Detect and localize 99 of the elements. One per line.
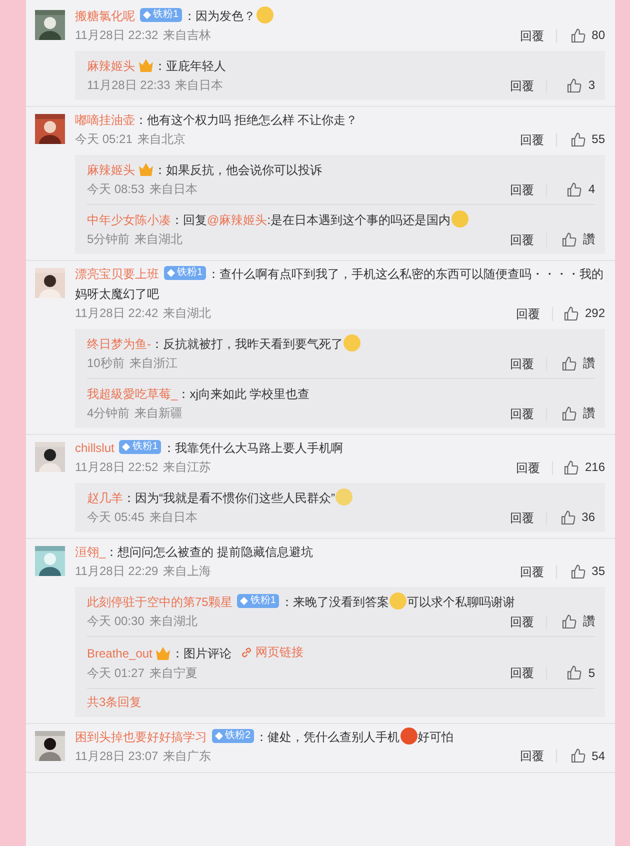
fan-badge: 铁粉1 bbox=[140, 8, 182, 22]
fan-badge: 铁粉1 bbox=[119, 440, 161, 454]
comment-text: ：健处，凭什么查别人手机 bbox=[256, 730, 400, 744]
location: 来自北京 bbox=[137, 131, 186, 148]
thumbs-up-icon bbox=[561, 356, 577, 372]
like-button[interactable]: 5 bbox=[547, 664, 595, 682]
comment-text: ：图片评论 bbox=[171, 646, 232, 660]
reply-button[interactable]: 回覆 bbox=[510, 614, 547, 628]
like-button[interactable]: 讚 bbox=[547, 230, 595, 249]
thumbs-up-icon bbox=[566, 78, 582, 94]
like-button[interactable]: 216 bbox=[552, 458, 605, 477]
diamond-icon bbox=[215, 732, 223, 740]
reply-button[interactable]: 回覆 bbox=[520, 564, 557, 578]
reply-button[interactable]: 回覆 bbox=[520, 28, 557, 42]
comment-text: ：查什么啊有点吓到我了，手机这么私密的东西可以随便查吗・・・・我的 bbox=[208, 267, 604, 281]
comment-text: ：因为发色？ bbox=[184, 9, 256, 23]
reply-button[interactable]: 回覆 bbox=[516, 306, 553, 320]
comment-text: :是在日本遇到这个事的吗还是国内 bbox=[267, 213, 451, 227]
timestamp: 今天 08:53 bbox=[87, 181, 144, 198]
thumbs-up-icon bbox=[570, 564, 586, 580]
like-button[interactable]: 36 bbox=[547, 508, 595, 527]
thumbs-up-icon bbox=[561, 614, 577, 630]
timestamp: 11月28日 23:07 bbox=[75, 748, 158, 764]
comment-text: ：因为“我就是看不惯你们这些人民群众” bbox=[123, 491, 335, 505]
like-button[interactable]: 54 bbox=[557, 746, 605, 766]
comment-text: 妈呀太魔幻了吧 bbox=[75, 287, 159, 301]
location: 来自上海 bbox=[163, 563, 212, 580]
timestamp: 5分钟前 bbox=[87, 231, 130, 248]
thumbs-up-icon bbox=[562, 460, 579, 476]
comment-text: ：来晚了没看到答案 bbox=[280, 595, 389, 609]
timestamp: 11月28日 22:33 bbox=[87, 77, 170, 94]
timestamp: 今天 01:27 bbox=[87, 664, 144, 682]
location: 来自江苏 bbox=[163, 459, 212, 476]
reply-button[interactable]: 回覆 bbox=[510, 406, 547, 420]
reply-button[interactable]: 回覆 bbox=[520, 749, 557, 763]
like-button[interactable]: 讚 bbox=[547, 404, 595, 423]
link-icon bbox=[241, 646, 252, 658]
like-button[interactable]: 292 bbox=[552, 304, 605, 323]
location: 来自日本 bbox=[175, 77, 224, 94]
like-button[interactable]: 讚 bbox=[547, 612, 595, 631]
reply-button[interactable]: 回覆 bbox=[510, 182, 547, 196]
location: 来自浙江 bbox=[129, 355, 178, 372]
comment-text: ：亚庇年轻人 bbox=[154, 59, 226, 73]
diamond-icon bbox=[240, 597, 248, 605]
reply-button[interactable]: 回覆 bbox=[510, 232, 547, 246]
like-button[interactable]: 讚 bbox=[547, 354, 595, 373]
thumbs-up-icon bbox=[561, 406, 577, 422]
reply-button[interactable]: 回覆 bbox=[510, 78, 547, 92]
comment-text: ：我靠凭什么大马路上要人手机啊 bbox=[162, 441, 343, 455]
timestamp: 今天 05:21 bbox=[75, 131, 132, 148]
thumbs-up-icon bbox=[566, 182, 582, 198]
thumbs-up-icon bbox=[570, 748, 586, 764]
timestamp: 今天 00:30 bbox=[87, 613, 144, 630]
fan-badge: 铁粉2 bbox=[212, 728, 254, 742]
location: 来自湖北 bbox=[163, 305, 212, 322]
timestamp: 今天 05:45 bbox=[87, 509, 144, 526]
location: 来自日本 bbox=[149, 509, 198, 526]
location: 来自宁夏 bbox=[149, 664, 198, 682]
comment-text: ：他有这个权力吗 拒绝怎么样 不让你走？ bbox=[135, 113, 358, 127]
like-button[interactable]: 35 bbox=[557, 562, 605, 581]
comment-text: 可以求个私聊吗谢谢 bbox=[406, 595, 515, 609]
comment-text: ：想问问怎么被查的 提前隐藏信息避坑 bbox=[106, 545, 314, 559]
thumbs-up-icon bbox=[562, 306, 579, 322]
comment-text: 好可怕 bbox=[418, 730, 454, 744]
like-button[interactable]: 80 bbox=[557, 26, 605, 45]
reply-button[interactable]: 回覆 bbox=[510, 510, 547, 524]
location: 来自日本 bbox=[149, 181, 198, 198]
timestamp: 11月28日 22:42 bbox=[75, 305, 158, 322]
timestamp: 11月28日 22:32 bbox=[75, 27, 158, 44]
location: 来自广东 bbox=[163, 748, 212, 764]
location: 来自湖北 bbox=[149, 613, 198, 630]
fan-badge: 铁粉1 bbox=[164, 266, 206, 280]
like-button[interactable]: 4 bbox=[547, 180, 595, 199]
timestamp: 10秒前 bbox=[87, 355, 124, 372]
reply-button[interactable]: 回覆 bbox=[516, 460, 553, 474]
location: 来自新疆 bbox=[134, 405, 183, 422]
reply-button[interactable]: 回覆 bbox=[510, 356, 547, 370]
comment-text: ：如果反抗，他会说你可以投诉 bbox=[154, 163, 322, 177]
like-button[interactable]: 3 bbox=[547, 76, 595, 95]
comment-text: ：xj向来如此 学校里也查 bbox=[178, 387, 310, 401]
comment-text: ：反抗就被打，我昨天看到要气死了 bbox=[151, 337, 343, 351]
thumbs-up-icon bbox=[560, 510, 576, 526]
reply-button[interactable]: 回覆 bbox=[520, 132, 557, 146]
diamond-icon bbox=[122, 443, 130, 451]
timestamp: 11月28日 22:29 bbox=[75, 563, 158, 580]
fan-badge: 铁粉1 bbox=[237, 594, 279, 608]
location: 来自吉林 bbox=[163, 27, 212, 44]
reply-button[interactable]: 回覆 bbox=[510, 666, 547, 680]
thumbs-up-icon bbox=[566, 665, 582, 681]
thumbs-up-icon bbox=[570, 132, 586, 148]
diamond-icon bbox=[143, 11, 151, 19]
location: 来自湖北 bbox=[134, 231, 183, 248]
like-button[interactable]: 55 bbox=[557, 130, 605, 149]
timestamp: 11月28日 22:52 bbox=[75, 459, 158, 476]
comment-text: ：回复 bbox=[171, 213, 207, 227]
diamond-icon bbox=[167, 269, 175, 277]
timestamp: 4分钟前 bbox=[87, 405, 130, 422]
thumbs-up-icon bbox=[561, 232, 577, 248]
thumbs-up-icon bbox=[570, 28, 586, 44]
